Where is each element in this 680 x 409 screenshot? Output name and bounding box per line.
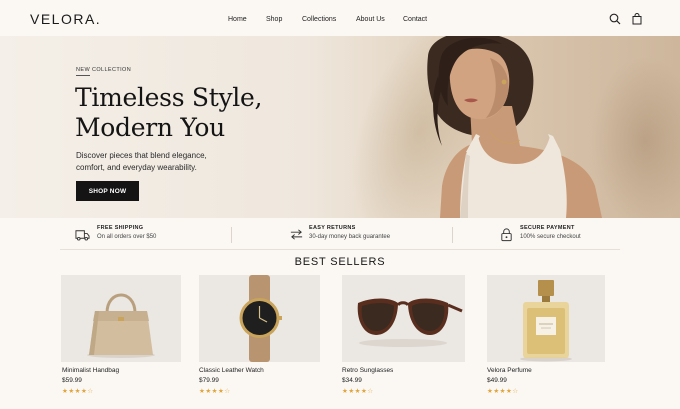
product-price: $79.99 xyxy=(199,377,219,384)
site-header: VELORA. Home Shop Collections About Us C… xyxy=(0,0,680,36)
truck-icon xyxy=(75,230,90,241)
product-name[interactable]: Minimalist Handbag xyxy=(62,367,119,374)
hero-title-line-2: Modern You xyxy=(75,113,225,142)
product-rating-stars: ★★★★☆ xyxy=(342,387,374,395)
product-name[interactable]: Retro Sunglasses xyxy=(342,367,393,374)
hero-eyebrow: NEW COLLECTION xyxy=(76,67,132,73)
feature-divider xyxy=(231,227,232,243)
features-strip: FREE SHIPPING On all orders over $50 EAS… xyxy=(0,218,680,250)
hero-title-line-1: Timeless Style, xyxy=(75,83,263,112)
bag-icon[interactable] xyxy=(631,13,643,25)
watch-image[interactable] xyxy=(199,275,320,362)
product-name[interactable]: Velora Perfume xyxy=(487,367,532,374)
nav-shop[interactable]: Shop xyxy=(266,16,282,23)
product-rating-stars: ★★★★☆ xyxy=(487,387,519,395)
perfume-image[interactable] xyxy=(487,275,605,362)
feature-returns-title: EASY RETURNS xyxy=(309,225,356,231)
hero-description: Discover pieces that blend elegance, com… xyxy=(76,151,207,172)
shop-now-button[interactable]: SHOP NOW xyxy=(76,181,139,201)
product-rating-stars: ★★★★☆ xyxy=(199,387,231,395)
product-price: $49.99 xyxy=(487,377,507,384)
handbag-image[interactable] xyxy=(61,275,181,362)
lock-icon xyxy=(501,228,512,242)
nav-home[interactable]: Home xyxy=(228,16,247,23)
watch-illustration xyxy=(239,275,282,362)
feature-shipping-subtitle: On all orders over $50 xyxy=(97,234,157,240)
perfume-illustration xyxy=(520,280,572,362)
hero-banner: NEW COLLECTION Timeless Style, Modern Yo… xyxy=(0,36,680,218)
feature-payment-subtitle: 100% secure checkout xyxy=(520,234,581,240)
eyebrow-underline xyxy=(76,75,90,76)
sunglasses-image[interactable] xyxy=(342,275,465,362)
hero-model-image xyxy=(427,36,602,218)
hero-title: Timeless Style, Modern You xyxy=(75,83,335,143)
product-price: $59.99 xyxy=(62,377,82,384)
returns-icon xyxy=(290,229,303,240)
nav-about-us[interactable]: About Us xyxy=(356,16,385,23)
section-divider xyxy=(60,249,620,250)
best-sellers-title: BEST SELLERS xyxy=(294,256,386,268)
handbag-illustration xyxy=(87,293,155,358)
search-icon[interactable] xyxy=(609,13,621,25)
sunglasses-illustration xyxy=(357,298,463,347)
feature-payment-title: SECURE PAYMENT xyxy=(520,225,575,231)
product-rating-stars: ★★★★☆ xyxy=(62,387,94,395)
product-name[interactable]: Classic Leather Watch xyxy=(199,367,264,374)
nav-contact[interactable]: Contact xyxy=(403,16,427,23)
feature-divider xyxy=(452,227,453,243)
feature-returns-subtitle: 30-day money back guarantee xyxy=(309,234,391,240)
nav-collections[interactable]: Collections xyxy=(302,16,336,23)
logo[interactable]: VELORA. xyxy=(30,11,101,27)
product-price: $34.99 xyxy=(342,377,362,384)
feature-shipping-title: FREE SHIPPING xyxy=(97,225,144,231)
